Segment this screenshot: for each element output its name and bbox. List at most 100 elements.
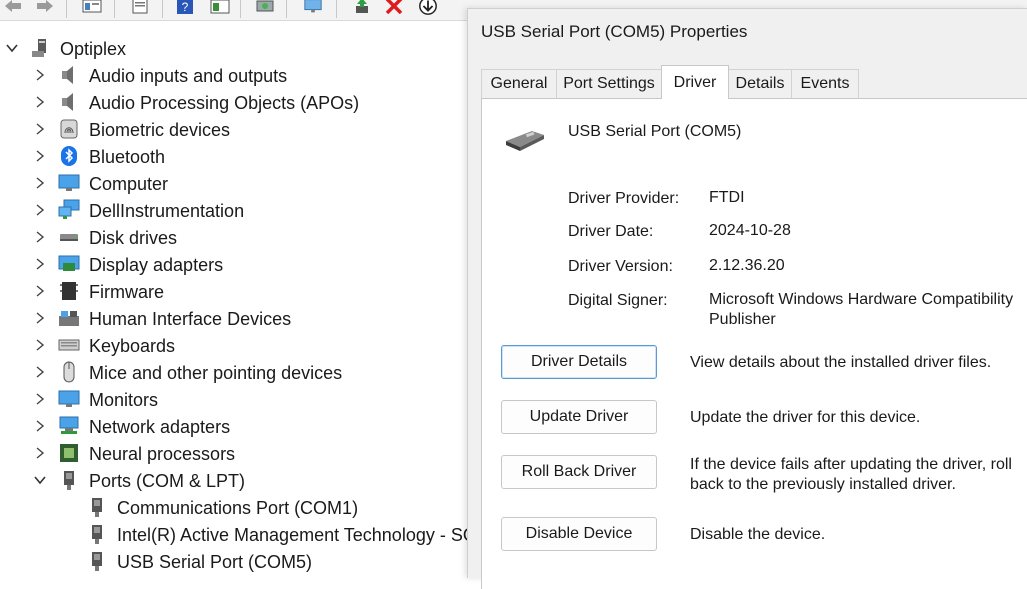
chevron-right-icon[interactable] (34, 69, 46, 81)
properties-dialog: USB Serial Port (COM5) Properties Genera… (467, 8, 1027, 589)
tree-category-6[interactable]: Disk drives (0, 224, 468, 251)
display-adapter-icon (58, 253, 80, 275)
network-computer-icon (58, 199, 80, 221)
tree-category-11[interactable]: Mice and other pointing devices (0, 359, 468, 386)
chevron-right-icon[interactable] (34, 204, 46, 216)
chevron-right-icon[interactable] (34, 258, 46, 270)
port-device-label: Intel(R) Active Management Technology - … (117, 525, 468, 545)
tree-category-label: Neural processors (89, 444, 236, 464)
driver-tab-panel: USB Serial Port (COM5) Driver Provider: … (481, 98, 1027, 589)
port-device-1[interactable]: Intel(R) Active Management Technology - … (0, 521, 468, 548)
computer-root-icon (30, 37, 52, 59)
speaker-icon (58, 91, 80, 113)
keyboard-icon (58, 334, 80, 356)
tree-category-7[interactable]: Display adapters (0, 251, 468, 278)
digital-signer-label: Digital Signer: (568, 292, 668, 309)
tab-events[interactable]: Events (791, 69, 859, 98)
tree-category-label: Ports (COM & LPT) (89, 471, 246, 491)
port-device-2[interactable]: USB Serial Port (COM5) (0, 548, 468, 575)
port-device-label: USB Serial Port (COM5) (117, 552, 313, 572)
tree-category-label: Biometric devices (89, 120, 231, 140)
dialog-title: USB Serial Port (COM5) Properties (481, 22, 748, 41)
driver-details-button[interactable]: Driver Details (501, 345, 657, 379)
driver-version-value: 2.12.36.20 (709, 257, 785, 274)
chevron-right-icon[interactable] (34, 96, 46, 108)
driver-date-label: Driver Date: (568, 223, 654, 240)
chevron-down-icon[interactable] (6, 42, 18, 54)
roll-back-driver-desc: If the device fails after updating the d… (690, 456, 1012, 493)
roll-back-driver-button[interactable]: Roll Back Driver (501, 455, 657, 489)
chevron-right-icon[interactable] (34, 447, 46, 459)
document-icon[interactable] (130, 0, 150, 16)
chevron-right-icon[interactable] (34, 366, 46, 378)
monitor-icon[interactable] (303, 0, 323, 16)
chip-icon (58, 280, 80, 302)
tree-category-label: Disk drives (89, 228, 178, 248)
tree-category-4[interactable]: Computer (0, 170, 468, 197)
update-driver-button[interactable]: Update Driver (501, 400, 657, 434)
chevron-right-icon[interactable] (34, 150, 46, 162)
tree-category-label: Display adapters (89, 255, 224, 275)
tab-details[interactable]: Details (728, 69, 792, 98)
tab-general[interactable]: General (481, 69, 557, 98)
bluetooth-icon (58, 145, 80, 167)
update-driver-icon[interactable] (352, 0, 372, 16)
tree-category-5[interactable]: DellInstrumentation (0, 197, 468, 224)
tree-category-label: Mice and other pointing devices (89, 363, 343, 383)
tree-category-label: Computer (89, 174, 169, 194)
monitor-icon (58, 388, 80, 410)
tree-category-12[interactable]: Monitors (0, 386, 468, 413)
hid-icon (58, 307, 80, 329)
tree-category-13[interactable]: Network adapters (0, 413, 468, 440)
tree-category-label: Keyboards (89, 336, 176, 356)
fingerprint-icon (58, 118, 80, 140)
update-driver-desc: Update the driver for this device. (690, 409, 921, 426)
uninstall-icon[interactable] (384, 0, 404, 16)
serial-port-icon (502, 127, 548, 158)
svg-text:?: ? (182, 0, 189, 14)
computer-icon (58, 172, 80, 194)
chevron-right-icon[interactable] (34, 420, 46, 432)
chevron-right-icon[interactable] (34, 285, 46, 297)
chevron-right-icon[interactable] (34, 312, 46, 324)
port-icon (86, 550, 108, 572)
device-tree: Optiplex Audio inputs and outputs Audio P… (0, 32, 468, 577)
tree-category-label: DellInstrumentation (89, 201, 245, 221)
chevron-right-icon[interactable] (34, 393, 46, 405)
view-icon[interactable] (210, 0, 230, 16)
disable-device-button[interactable]: Disable Device (501, 517, 657, 551)
chevron-down-icon[interactable] (34, 474, 46, 486)
back-icon[interactable] (3, 0, 23, 16)
download-icon[interactable] (418, 0, 438, 16)
forward-icon[interactable] (35, 0, 55, 16)
tree-category-9[interactable]: Human Interface Devices (0, 305, 468, 332)
chevron-right-icon[interactable] (34, 231, 46, 243)
tree-category-label: Human Interface Devices (89, 309, 292, 329)
tree-category-0[interactable]: Audio inputs and outputs (0, 62, 468, 89)
tree-category-label: Firmware (89, 282, 164, 302)
tree-category-3[interactable]: Bluetooth (0, 143, 468, 170)
tree-category-1[interactable]: Audio Processing Objects (APOs) (0, 89, 468, 116)
tree-root-label: Optiplex (60, 39, 127, 59)
port-device-label: Communications Port (COM1) (117, 498, 359, 518)
help-icon[interactable]: ? (175, 0, 195, 16)
speaker-icon (58, 64, 80, 86)
port-device-0[interactable]: Communications Port (COM1) (0, 494, 468, 521)
disable-device-desc: Disable the device. (690, 526, 826, 543)
properties-icon[interactable] (82, 0, 102, 16)
tree-category-14[interactable]: Neural processors (0, 440, 468, 467)
tab-port-settings[interactable]: Port Settings (556, 69, 662, 98)
scan-hardware-icon[interactable] (255, 0, 275, 16)
tab-driver[interactable]: Driver (661, 65, 729, 99)
tree-category-15[interactable]: Ports (COM & LPT) (0, 467, 468, 494)
tree-root[interactable]: Optiplex (0, 35, 468, 62)
chevron-right-icon[interactable] (34, 339, 46, 351)
digital-signer-value: Microsoft Windows Hardware Compatibility… (709, 291, 1014, 328)
tree-category-8[interactable]: Firmware (0, 278, 468, 305)
tree-category-10[interactable]: Keyboards (0, 332, 468, 359)
tree-category-label: Audio inputs and outputs (89, 66, 288, 86)
tree-category-label: Bluetooth (89, 147, 166, 167)
tree-category-2[interactable]: Biometric devices (0, 116, 468, 143)
chevron-right-icon[interactable] (34, 177, 46, 189)
chevron-right-icon[interactable] (34, 123, 46, 135)
